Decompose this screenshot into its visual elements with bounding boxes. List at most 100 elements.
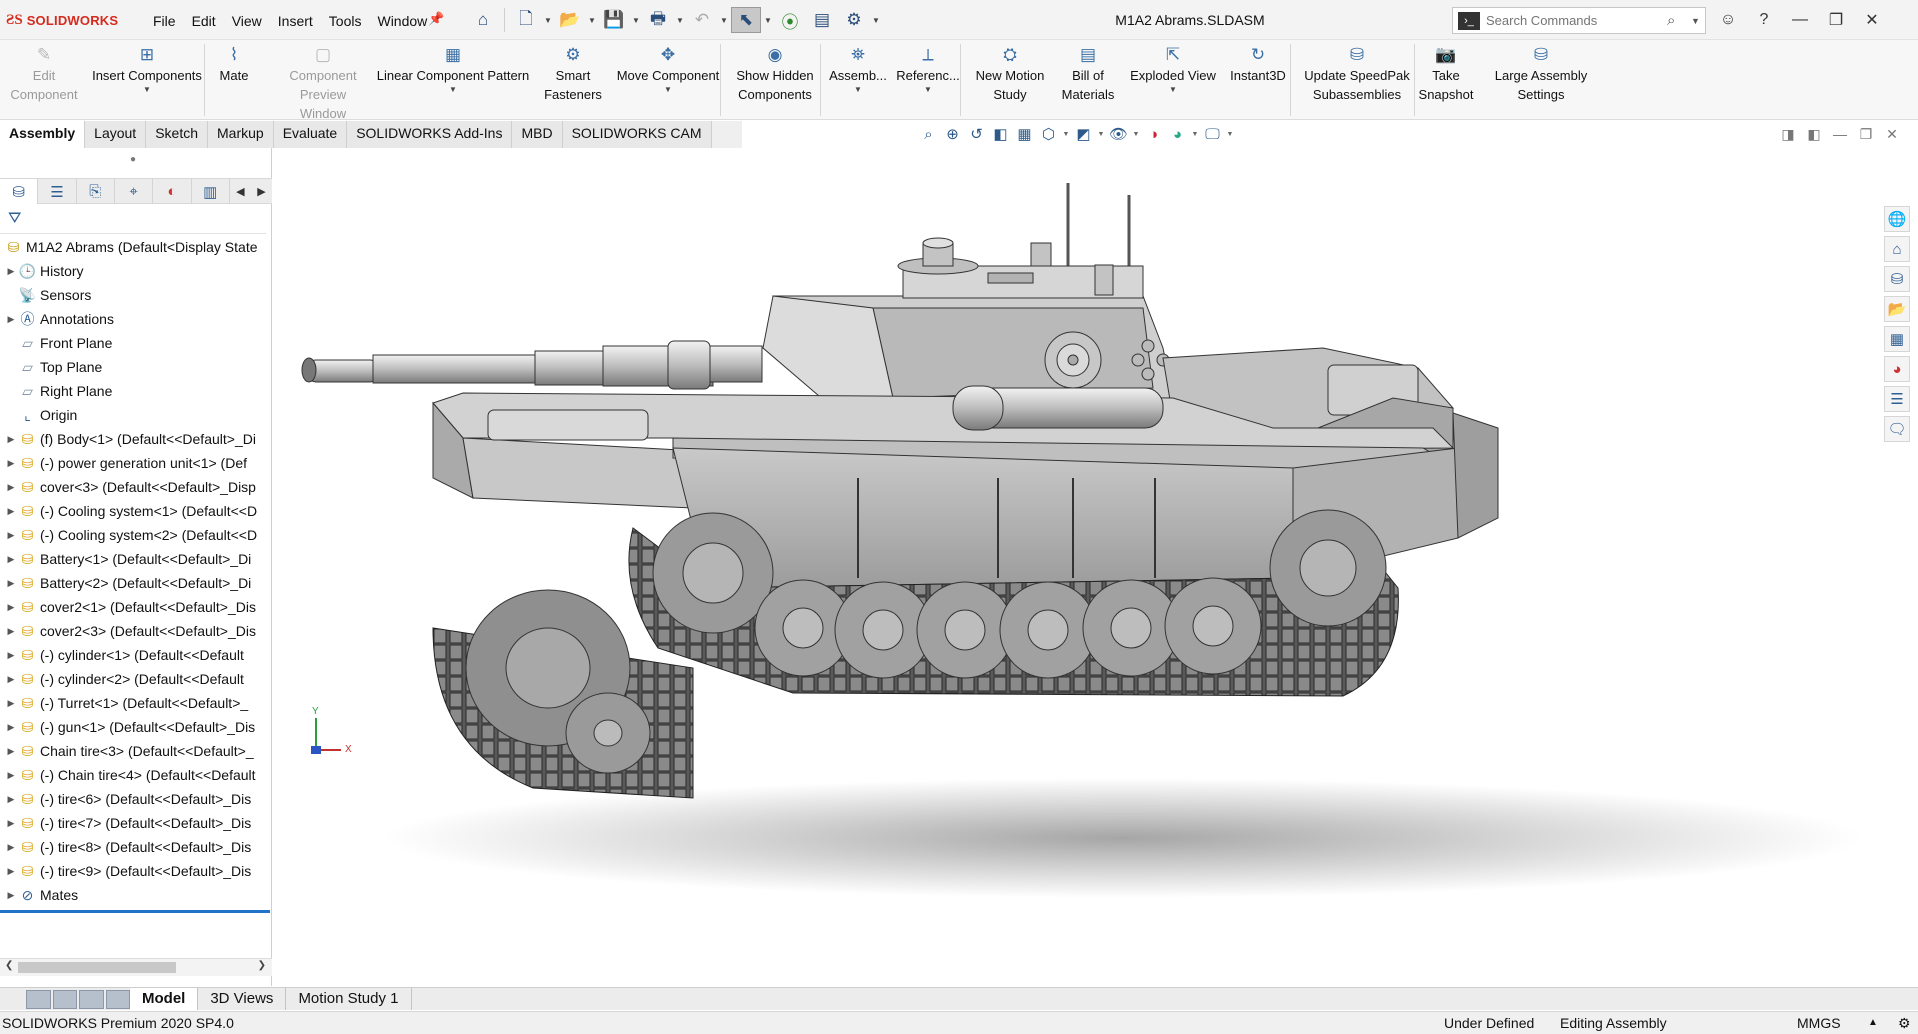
scroll-left-icon[interactable]: ❮ (5, 960, 13, 971)
horizontal-scrollbar[interactable]: ❮ ❯ (0, 958, 272, 976)
tree-item[interactable]: ▶ ⛁ (-) power generation unit<1> (Def (0, 451, 270, 475)
tab-3d-views[interactable]: 3D Views (198, 988, 287, 1010)
chevron-down-icon[interactable]: ▼ (664, 85, 672, 95)
options-gear-icon[interactable]: ⚙ (839, 7, 869, 33)
tank-model[interactable] (273, 148, 1918, 986)
tab-model[interactable]: Model (130, 988, 199, 1010)
hide-show-items-icon[interactable]: 👁 (1108, 125, 1129, 143)
instant3d-button[interactable]: ↻ Instant3D (1226, 44, 1290, 85)
edit-component-button[interactable]: ✎ Edit Component (6, 44, 82, 104)
filter-icon[interactable]: ⛛ (0, 206, 266, 234)
tree-item[interactable]: ▶ ⛁ (-) tire<9> (Default<<Default>_Dis (0, 859, 270, 883)
tab-layout[interactable]: Layout (85, 121, 147, 148)
tree-item[interactable]: ▶ ⛁ (-) cylinder<2> (Default<<Default (0, 667, 270, 691)
panel-scroll-right-icon[interactable]: ▶ (251, 179, 272, 204)
home-icon[interactable]: ⌂ (468, 7, 498, 33)
design-library-icon[interactable]: ⌂ (1884, 236, 1910, 262)
tree-item[interactable]: ▶ ⛁ (-) Chain tire<4> (Default<<Default (0, 763, 270, 787)
options-dropdown-icon[interactable]: ▼ (871, 16, 881, 25)
new-document-icon[interactable]: 🗋 (511, 7, 541, 33)
expand-arrow-icon[interactable]: ▶ (4, 314, 18, 325)
menu-file[interactable]: File (145, 11, 184, 31)
custom-properties-icon[interactable]: ☰ (1884, 386, 1910, 412)
pin-icon[interactable]: 📌 (428, 11, 444, 27)
tree-item[interactable]: ▶ ⛁ (-) Cooling system<1> (Default<<D (0, 499, 270, 523)
tree-item[interactable]: ▶ ⛁ Battery<1> (Default<<Default>_Di (0, 547, 270, 571)
tree-item[interactable]: ▶ ⛁ (-) gun<1> (Default<<Default>_Dis (0, 715, 270, 739)
exploded-view-button[interactable]: ⇱ Exploded View ▼ (1124, 44, 1222, 95)
expand-arrow-icon[interactable]: ▶ (4, 722, 18, 733)
display-manager-tab-icon[interactable]: ◐ (153, 179, 192, 204)
unit-system[interactable]: MMGS (1797, 1015, 1841, 1031)
tree-item[interactable]: ▶ ⛁ cover2<1> (Default<<Default>_Dis (0, 595, 270, 619)
component-preview-button[interactable]: ▢ Component Preview Window (278, 44, 368, 123)
view-palette-icon[interactable]: 📂 (1884, 296, 1910, 322)
expand-arrow-icon[interactable]: ▶ (4, 866, 18, 877)
configuration-manager-tab-icon[interactable]: ⎘ (77, 179, 115, 204)
chevron-down-icon[interactable]: ▼ (449, 85, 457, 95)
save-icon[interactable]: 💾 (599, 7, 629, 33)
expand-arrow-icon[interactable]: ▶ (4, 578, 18, 589)
file-explorer-icon[interactable]: ⛁ (1884, 266, 1910, 292)
display-style-dropdown-icon[interactable]: ▼ (1097, 131, 1105, 138)
solidworks-resources-icon[interactable]: 🌐 (1884, 206, 1910, 232)
open-folder-icon[interactable]: 📂 (555, 7, 585, 33)
assembly-features-button[interactable]: ⛯ Assemb... ▼ (828, 44, 888, 95)
expand-arrow-icon[interactable]: ▶ (4, 506, 18, 517)
menu-view[interactable]: View (224, 11, 270, 31)
cam-tab-icon[interactable]: ▥ (192, 179, 230, 204)
select-cursor-icon[interactable]: ⬉ (731, 7, 761, 33)
undo-icon[interactable]: ↶ (687, 7, 717, 33)
help-icon[interactable]: ? (1748, 7, 1780, 33)
editing-status[interactable]: Editing Assembly (1560, 1015, 1667, 1031)
viewport-close-icon[interactable]: ✕ (1884, 126, 1900, 143)
apply-scene-icon[interactable]: ◕ (1167, 126, 1188, 143)
status-options-icon[interactable]: ⚙ (1898, 1015, 1911, 1032)
edit-appearance-icon[interactable]: ◑ (1143, 126, 1164, 143)
tree-item[interactable]: ▶ ⛁ (-) tire<8> (Default<<Default>_Dis (0, 835, 270, 859)
expand-arrow-icon[interactable]: ▶ (4, 554, 18, 565)
tab-solidworks-cam[interactable]: SOLIDWORKS CAM (562, 121, 712, 148)
menu-tools[interactable]: Tools (321, 11, 370, 31)
tree-item[interactable]: ▶ ⛁ (-) tire<7> (Default<<Default>_Dis (0, 811, 270, 835)
dynamic-annotation-icon[interactable]: ▦ (1014, 125, 1035, 143)
close-icon[interactable]: ✕ (1856, 7, 1888, 33)
tab-assembly[interactable]: Assembly (0, 121, 86, 148)
tab-motion-study-1[interactable]: Motion Study 1 (286, 988, 412, 1010)
expand-arrow-icon[interactable]: ▶ (4, 482, 18, 493)
solidworks-logo[interactable]: ƧS SOLIDWORKS (6, 10, 118, 30)
user-icon[interactable]: ☺ (1712, 7, 1744, 33)
expand-arrow-icon[interactable]: ▶ (4, 626, 18, 637)
tab-markup[interactable]: Markup (208, 121, 274, 148)
new-dropdown-icon[interactable]: ▼ (543, 16, 553, 25)
scroll-right-icon[interactable]: ❯ (258, 960, 266, 971)
menu-window[interactable]: Window (369, 11, 435, 31)
appearances-icon[interactable]: ▦ (1884, 326, 1910, 352)
expand-arrow-icon[interactable]: ▶ (4, 794, 18, 805)
feature-manager-tab-icon[interactable]: ⛁ (0, 179, 39, 204)
tree-root[interactable]: ⛁ M1A2 Abrams (Default<Display State (0, 235, 270, 259)
tree-item[interactable]: ▱ Top Plane (0, 355, 270, 379)
menu-edit[interactable]: Edit (184, 11, 224, 31)
rebuild-traffic-light-icon[interactable]: ⦿ (775, 7, 805, 33)
expand-arrow-icon[interactable]: ▶ (4, 530, 18, 541)
scenes-icon[interactable]: ◕ (1884, 356, 1910, 382)
tree-item[interactable]: ▶ ⊘ Mates (0, 883, 270, 907)
motion-study-button[interactable]: ⛭ New Motion Study (968, 44, 1052, 104)
hide-show-dropdown-icon[interactable]: ▼ (1132, 131, 1140, 138)
scroll-thumb[interactable] (18, 962, 176, 973)
expand-arrow-icon[interactable]: ▶ (4, 698, 18, 709)
tree-item[interactable]: ▶ ⛁ cover<3> (Default<<Default>_Disp (0, 475, 270, 499)
viewport-collapse-icon[interactable]: ◧ (1806, 126, 1822, 143)
expand-arrow-icon[interactable]: ▶ (4, 890, 18, 901)
view-orientation-icon[interactable]: ⬡ (1038, 125, 1059, 143)
tab-navigation-buttons[interactable] (26, 989, 130, 1009)
tree-item[interactable]: ▶ Ⓐ Annotations (0, 307, 270, 331)
search-dropdown-icon[interactable]: ▼ (1691, 16, 1705, 26)
dimxpert-tab-icon[interactable]: ⌖ (115, 179, 154, 204)
undo-dropdown-icon[interactable]: ▼ (719, 16, 729, 25)
chevron-down-icon[interactable]: ▼ (1169, 85, 1177, 95)
tab-mbd[interactable]: MBD (512, 121, 563, 148)
previous-view-icon[interactable]: ↺ (966, 125, 987, 143)
large-assembly-button[interactable]: ⛁ Large Assembly Settings (1486, 44, 1596, 104)
